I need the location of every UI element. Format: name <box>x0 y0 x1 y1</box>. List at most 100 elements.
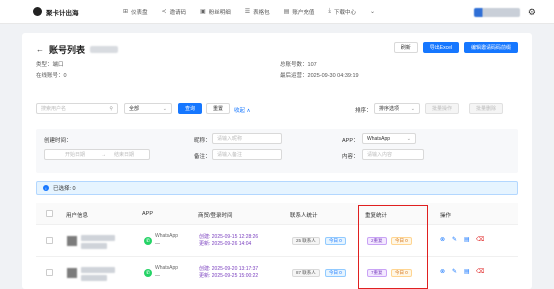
doc-icon: ▤ <box>283 9 290 15</box>
table-header: 用户信息 APP 商贸/登录时间 联系人统计 重复统计 操作 <box>36 203 518 225</box>
meta-type: 类型：端口 <box>36 62 64 68</box>
chevron-down-icon: ⌄ <box>406 135 411 142</box>
doc-icon[interactable]: ▤ <box>464 268 470 275</box>
edit-icon[interactable]: ✎ <box>452 268 457 275</box>
nav-item-label: 粉丝明细 <box>208 9 231 16</box>
batch-edit-button[interactable]: 编辑邀请码码前缀 <box>463 42 518 53</box>
user-id-blurred <box>81 275 107 281</box>
header-actions: 操作 <box>440 213 452 219</box>
view-icon[interactable]: ⊗ <box>440 236 445 243</box>
app-select[interactable]: WhatsApp ⌄ <box>362 133 416 144</box>
contact-count-tag: 87 联系人 <box>292 269 320 277</box>
refresh-button[interactable]: 刷新 <box>393 42 418 53</box>
contact-today-tag: 今日 0 <box>325 237 346 245</box>
selection-text: 已选择: 0 <box>53 186 76 192</box>
nav-item-recharge[interactable]: ▤ 账户充值 <box>284 8 315 16</box>
edit-icon[interactable]: ✎ <box>452 236 457 243</box>
nav-item-label: 仪表盘 <box>131 9 148 16</box>
user-id-blurred <box>81 243 107 249</box>
sort-select[interactable]: 排序选项 ⌄ <box>374 103 420 114</box>
top-nav: 聚卡计出海 ⊞ 仪表盘 ≺ 邀请码 ▣ 粉丝明细 ☰ 表格包 ▤ 账户充值 ⤓ 下载中心 ⌄… <box>0 0 554 24</box>
app-name: WhatsApp <box>155 265 179 271</box>
chart-icon: ⊞ <box>123 9 129 15</box>
date-range-input[interactable]: 开始日期 → 结束日期 <box>44 149 150 160</box>
collapse-link[interactable]: 收起 ∧ <box>234 106 251 114</box>
nav-item-sheets[interactable]: ☰ 表格包 <box>245 8 270 16</box>
status-select[interactable]: 全部 ⌄ <box>124 103 172 114</box>
advanced-filter-panel: 创建时间： 开始日期 → 结束日期 昵称： 请输入昵称 备注： 请输入备注 AP… <box>36 129 518 173</box>
remark-label: 备注： <box>194 154 211 160</box>
nav-item-label: 账户充值 <box>292 9 315 16</box>
row-checkbox[interactable] <box>46 269 53 276</box>
logo[interactable]: 聚卡计出海 <box>33 7 123 17</box>
content-label: 内容： <box>342 154 359 160</box>
header-time: 商贸/登录时间 <box>198 213 233 219</box>
batch-delete-button[interactable]: 批量删除 <box>469 103 504 114</box>
user-avatar-blurred <box>67 236 77 246</box>
doc-icon[interactable]: ▤ <box>464 236 470 243</box>
share-icon: ≺ <box>161 9 167 15</box>
nickname-label: 昵称： <box>194 138 211 144</box>
back-arrow-icon[interactable]: ← <box>36 45 44 54</box>
delete-icon[interactable]: ⌫ <box>476 236 484 243</box>
logo-text: 聚卡计出海 <box>46 9 79 17</box>
nav-item-label: 邀请码 <box>169 9 187 16</box>
updated-time: 更新: 2025-09-26 14:04 <box>199 241 252 247</box>
content-input[interactable]: 请输入内容 <box>362 149 424 160</box>
app-name: WhatsApp <box>155 233 179 239</box>
logo-icon <box>33 7 42 16</box>
select-all-checkbox[interactable] <box>46 210 53 217</box>
nav-item-label: 下载中心 <box>334 9 357 16</box>
meta-total: 总账号数：107 <box>280 62 317 68</box>
selection-bar: i 已选择: 0 <box>36 181 518 195</box>
nav-item-download[interactable]: ⤓ 下载中心 <box>328 8 356 16</box>
query-button[interactable]: 查询 <box>178 103 203 114</box>
nav-item-invite[interactable]: ≺ 邀请码 <box>162 8 187 16</box>
batch-operation-button[interactable]: 批量操作 <box>425 103 460 114</box>
header-user-info: 用户信息 <box>66 213 89 219</box>
gear-icon[interactable]: ⚙ <box>528 7 536 18</box>
nav-item-more[interactable]: ⌄ <box>370 8 378 15</box>
view-icon[interactable]: ⊗ <box>440 268 445 275</box>
reset-button[interactable]: 重置 <box>206 103 231 114</box>
user-avatar[interactable] <box>473 8 520 17</box>
updated-time: 更新: 2025-09-25 15:00:22 <box>199 273 259 279</box>
whatsapp-icon: ✆ <box>144 237 152 245</box>
created-time: 创建: 2025-09-20 13:17:37 <box>199 266 259 272</box>
dup-stats-highlight-box <box>358 205 428 289</box>
app-sub: — <box>155 273 160 279</box>
download-icon: ⤓ <box>328 8 332 14</box>
meta-updated: 最后运营：2025-09-30 04:39:19 <box>280 73 359 79</box>
info-icon: i <box>43 185 49 191</box>
row-checkbox[interactable] <box>46 237 53 244</box>
app-sub: — <box>155 241 160 247</box>
created-time: 创建: 2025-09-15 12:28:26 <box>199 234 259 240</box>
sort-label: 排序： <box>355 108 372 114</box>
user-avatar-blurred <box>67 268 77 278</box>
more-icon: ⌄ <box>370 9 376 15</box>
chevron-down-icon: ⌄ <box>162 105 167 112</box>
table-row[interactable]: ✆ WhatsApp — 创建: 2025-09-15 12:28:26 更新:… <box>36 225 518 257</box>
nav-item-label: 表格包 <box>253 9 270 16</box>
nav-item-fans[interactable]: ▣ 粉丝明细 <box>200 8 231 16</box>
chevron-down-icon: ⌄ <box>410 105 415 112</box>
contact-today-tag: 今日 0 <box>325 269 346 277</box>
list-icon: ☰ <box>244 9 251 15</box>
whatsapp-icon: ✆ <box>144 269 152 277</box>
nickname-input[interactable]: 请输入昵称 <box>212 133 282 144</box>
title-detail-blurred <box>90 46 119 53</box>
table-row[interactable]: ✆ WhatsApp — 创建: 2025-09-20 13:17:37 更新:… <box>36 257 518 289</box>
page-title: 账号列表 <box>49 45 86 55</box>
header-app: APP <box>142 211 154 217</box>
nav-item-dashboard[interactable]: ⊞ 仪表盘 <box>123 8 148 16</box>
created-time-label: 创建时间： <box>44 138 72 144</box>
export-excel-button[interactable]: 导出Excel <box>422 42 459 53</box>
account-icon: ▣ <box>200 9 206 15</box>
contact-count-tag: 25 联系人 <box>292 237 320 245</box>
remark-input[interactable]: 请输入备注 <box>212 149 282 160</box>
user-name-blurred <box>81 235 115 241</box>
header-contact-stats: 联系人统计 <box>290 213 318 219</box>
app-label: APP： <box>342 138 359 144</box>
delete-icon[interactable]: ⌫ <box>476 268 484 275</box>
search-input[interactable]: 搜索用户名 ⚲ <box>36 103 118 114</box>
